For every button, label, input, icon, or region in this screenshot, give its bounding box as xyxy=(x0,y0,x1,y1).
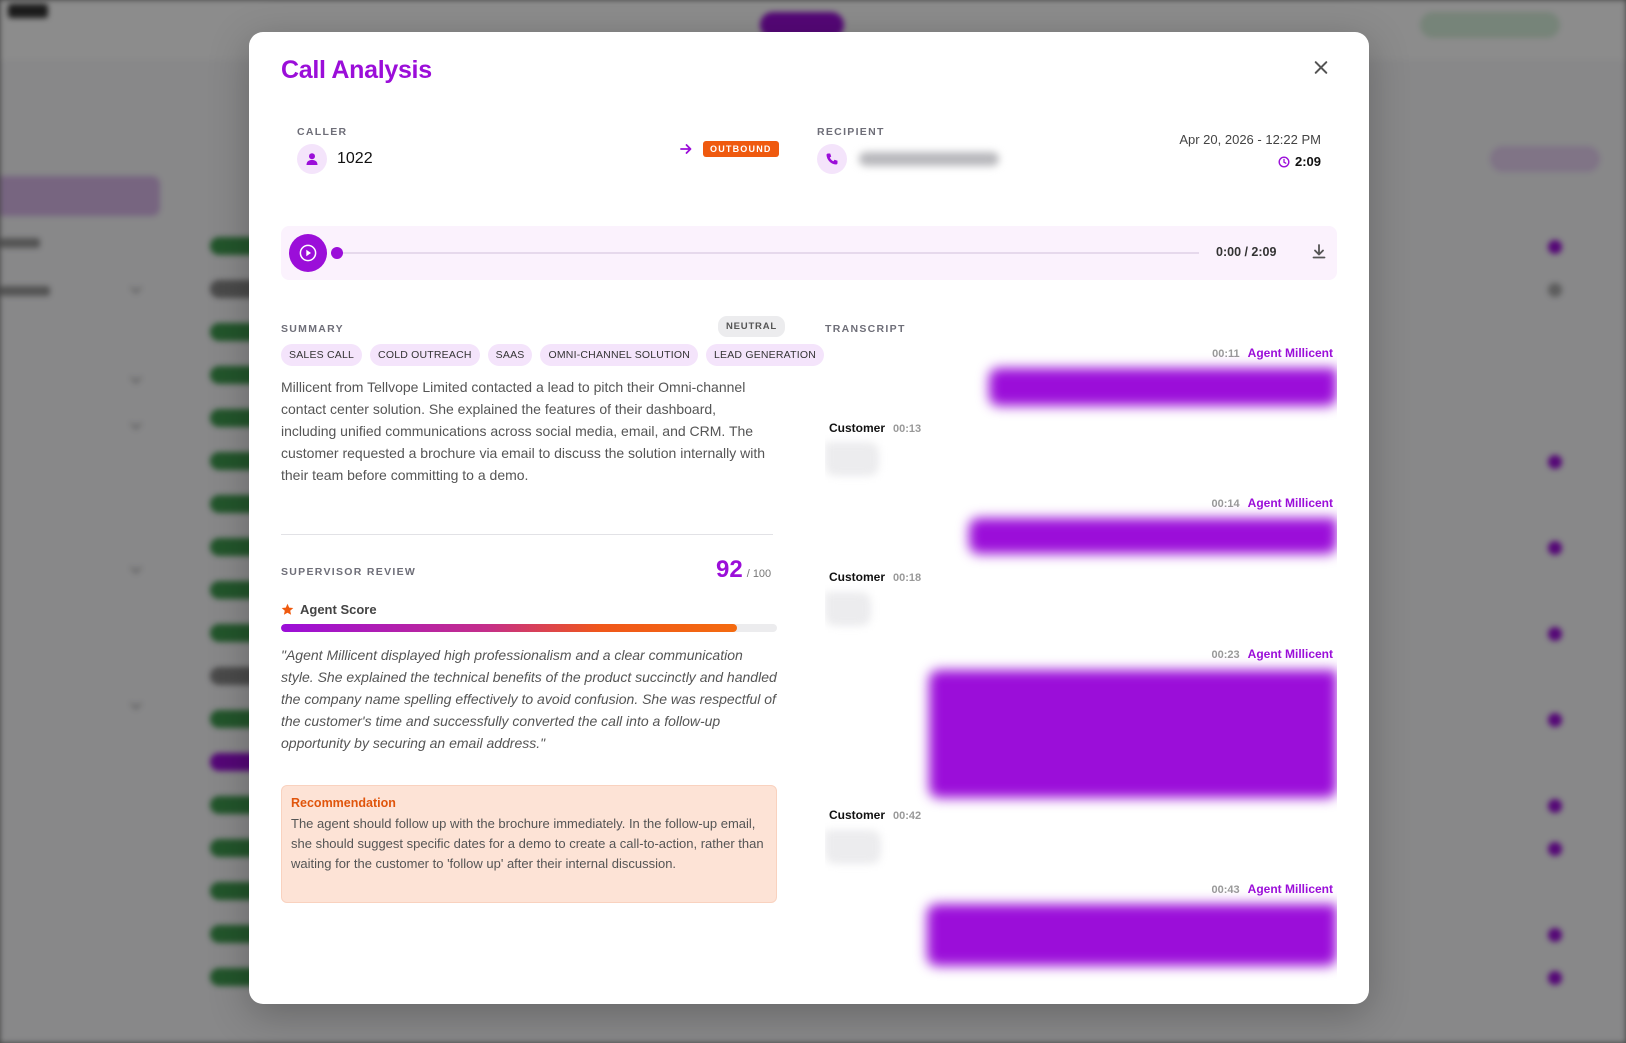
audio-player: 0:00 / 2:09 xyxy=(281,226,1337,280)
message-bubble-agent-redacted xyxy=(989,368,1337,406)
message-bubble-customer-redacted xyxy=(825,830,881,864)
call-datetime: Apr 20, 2026 - 12:22 PM xyxy=(1179,132,1321,147)
seek-thumb[interactable] xyxy=(331,247,343,259)
message-bubble-agent-redacted xyxy=(969,518,1337,554)
direction-badge: OUTBOUND xyxy=(703,141,779,157)
message-speaker: Customer xyxy=(829,808,886,822)
message-speaker: Agent Millicent xyxy=(1247,496,1333,510)
score-max: / 100 xyxy=(746,568,772,580)
caller-label: CALLER xyxy=(297,126,348,138)
call-duration: 2:09 xyxy=(1278,154,1321,169)
tag-list: SALES CALL COLD OUTREACH SAAS OMNI-CHANN… xyxy=(281,344,824,366)
message-time: 00:14 xyxy=(1211,498,1240,510)
caller-info: 1022 xyxy=(297,144,373,174)
message-meta: 00:43 Agent Millicent xyxy=(1212,882,1333,896)
star-icon xyxy=(281,603,294,615)
download-icon[interactable] xyxy=(1309,242,1329,262)
arrow-right-icon xyxy=(680,144,692,154)
recommendation-text: The agent should follow up with the broc… xyxy=(291,816,764,871)
agent-score-fill xyxy=(281,624,738,632)
message-meta: Customer 00:18 xyxy=(829,570,921,584)
caller-number: 1022 xyxy=(337,150,373,167)
message-speaker: Customer xyxy=(829,421,886,435)
recommendation-title: Recommendation xyxy=(291,796,396,810)
recommendation-box: Recommendation The agent should follow u… xyxy=(281,785,777,903)
message-time: 00:43 xyxy=(1211,884,1240,896)
play-icon xyxy=(299,244,317,262)
tag: COLD OUTREACH xyxy=(370,344,480,366)
transcript-label: TRANSCRIPT xyxy=(825,323,906,335)
time-readout: 0:00 / 2:09 xyxy=(1216,245,1277,259)
play-button[interactable] xyxy=(289,234,327,272)
tag: SALES CALL xyxy=(281,344,363,366)
user-icon xyxy=(297,144,327,174)
tag: OMNI-CHANNEL SOLUTION xyxy=(540,344,698,366)
message-meta: Customer 00:13 xyxy=(829,421,921,435)
transcript-list[interactable]: 00:11 Agent Millicent Customer 00:13 00:… xyxy=(825,342,1337,1004)
message-meta: 00:11 Agent Millicent xyxy=(1212,346,1333,360)
message-speaker: Agent Millicent xyxy=(1247,882,1333,896)
message-time: 00:11 xyxy=(1212,348,1240,360)
summary-label: SUMMARY xyxy=(281,323,344,335)
message-meta: Customer 00:42 xyxy=(829,808,921,822)
duration-value: 2:09 xyxy=(1294,154,1321,169)
message-speaker: Agent Millicent xyxy=(1247,346,1333,360)
message-time: 00:18 xyxy=(893,572,922,584)
sentiment-badge: NEUTRAL xyxy=(718,316,785,337)
call-analysis-modal: Call Analysis CALLER 1022 OUTBOUND RECIP… xyxy=(249,32,1369,1004)
message-speaker: Agent Millicent xyxy=(1247,647,1333,661)
message-speaker: Customer xyxy=(829,570,886,584)
seek-track[interactable] xyxy=(333,252,1199,254)
agent-score-bar xyxy=(281,624,777,632)
section-divider xyxy=(281,534,773,535)
tag: SAAS xyxy=(487,344,533,366)
summary-text: Millicent from Tellvope Limited contacte… xyxy=(281,379,766,483)
supervisor-review-label: SUPERVISOR REVIEW xyxy=(281,566,417,578)
message-time: 00:13 xyxy=(893,423,922,435)
close-icon[interactable] xyxy=(1309,56,1333,80)
message-bubble-agent-redacted xyxy=(929,670,1337,798)
tag: LEAD GENERATION xyxy=(705,344,824,366)
recipient-number-redacted xyxy=(859,152,999,166)
review-score: 92 / 100 xyxy=(716,556,771,584)
recipient-info xyxy=(817,144,999,174)
message-time: 00:42 xyxy=(893,810,922,822)
agent-score-row: Agent Score xyxy=(281,602,377,617)
message-bubble-agent-redacted xyxy=(927,904,1337,966)
agent-score-label: Agent Score xyxy=(300,602,377,617)
message-bubble-customer-redacted xyxy=(825,442,879,476)
message-time: 00:23 xyxy=(1211,649,1240,661)
message-meta: 00:23 Agent Millicent xyxy=(1212,647,1333,661)
clock-icon xyxy=(1278,155,1290,168)
phone-icon xyxy=(817,144,847,174)
review-quote: "Agent Millicent displayed high professi… xyxy=(281,647,777,751)
modal-title: Call Analysis xyxy=(281,56,432,84)
message-meta: 00:14 Agent Millicent xyxy=(1212,496,1333,510)
score-value: 92 xyxy=(716,556,743,583)
recipient-label: RECIPIENT xyxy=(817,126,885,138)
message-bubble-customer-redacted xyxy=(825,592,871,626)
